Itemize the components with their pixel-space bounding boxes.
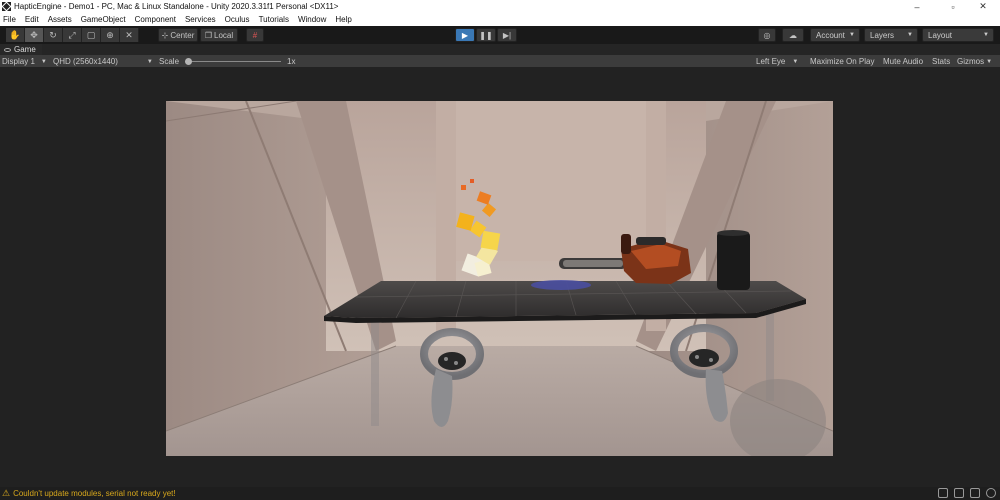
- resolution-dropdown[interactable]: QHD (2560x1440) ▼: [53, 55, 153, 68]
- chevron-down-icon: ▼: [907, 32, 913, 38]
- menu-component[interactable]: Component: [135, 15, 176, 24]
- transform-tool-icon[interactable]: ⊕: [101, 28, 120, 42]
- layout-label: Layout: [928, 30, 953, 40]
- chevron-down-icon: ▼: [983, 32, 989, 38]
- menu-tutorials[interactable]: Tutorials: [259, 15, 289, 24]
- collab-status-icon[interactable]: [970, 488, 980, 498]
- pause-button[interactable]: ❚❚: [476, 28, 496, 42]
- tab-game-label: Game: [14, 45, 36, 54]
- hand-tool-icon[interactable]: ✋: [6, 28, 25, 42]
- mute-audio-toggle[interactable]: Mute Audio: [883, 55, 923, 68]
- chevron-down-icon: ▼: [40, 58, 47, 65]
- rect-tool-icon[interactable]: ▢: [82, 28, 101, 42]
- game-render[interactable]: [166, 101, 833, 456]
- game-view-toolbar: Display 1 ▼ QHD (2560x1440) ▼ Scale 1x L…: [0, 55, 1000, 68]
- layers-dropdown[interactable]: Layers ▼: [864, 28, 918, 42]
- move-tool-icon[interactable]: ✥: [25, 28, 44, 42]
- close-button[interactable]: ✕: [966, 0, 1000, 13]
- stats-toggle[interactable]: Stats: [932, 55, 950, 68]
- collab-icon: ◎: [763, 30, 771, 40]
- check-icon[interactable]: [986, 488, 996, 498]
- menu-services[interactable]: Services: [185, 15, 216, 24]
- pivot-label: Center: [170, 30, 195, 40]
- scale-slider-handle[interactable]: [185, 58, 192, 65]
- status-bar: ⚠ Couldn't update modules, serial not re…: [0, 487, 1000, 500]
- cloud-icon: ☁: [789, 30, 797, 40]
- menu-bar: File Edit Assets GameObject Component Se…: [0, 13, 1000, 26]
- chevron-down-icon: ▼: [986, 58, 993, 65]
- step-icon: ▶|: [502, 30, 512, 40]
- progress-icon[interactable]: [938, 488, 948, 498]
- tab-strip: Game: [0, 44, 1000, 55]
- gizmos-dropdown[interactable]: Gizmos ▼: [957, 55, 992, 68]
- resolution-label: QHD (2560x1440): [53, 57, 118, 66]
- game-view-icon: [4, 47, 11, 52]
- play-icon: ▶: [461, 30, 469, 40]
- layout-dropdown[interactable]: Layout ▼: [922, 28, 994, 42]
- menu-oculus[interactable]: Oculus: [225, 15, 250, 24]
- debug-icon[interactable]: [954, 488, 964, 498]
- status-message[interactable]: Couldn't update modules, serial not read…: [13, 489, 176, 498]
- cube-icon: ❒: [204, 30, 213, 40]
- menu-edit[interactable]: Edit: [25, 15, 39, 24]
- maximize-button[interactable]: ▫: [936, 0, 970, 13]
- menu-help[interactable]: Help: [335, 15, 351, 24]
- space-label: Local: [214, 30, 234, 40]
- status-icons: [938, 488, 996, 498]
- title-bar: HapticEngine - Demo1 - PC, Mac & Linux S…: [0, 0, 1000, 13]
- grid-snap-button[interactable]: #: [246, 28, 264, 42]
- collab-button[interactable]: ◎: [758, 28, 776, 42]
- display-dropdown[interactable]: Display 1 ▼: [2, 55, 47, 68]
- chevron-down-icon: ▼: [146, 58, 153, 65]
- main-toolbar: ✋ ✥ ↻ ⤢ ▢ ⊕ ✕ ⊹ Center ❒ Local # ▶ ❚❚ ▶|…: [0, 26, 1000, 44]
- eye-label: Left Eye: [756, 57, 786, 66]
- pivot-icon: ⊹: [161, 30, 169, 40]
- display-label: Display 1: [2, 57, 35, 66]
- scale-label: Scale: [159, 57, 180, 66]
- chevron-down-icon: ▼: [792, 58, 799, 65]
- pivot-center-toggle[interactable]: ⊹ Center: [158, 28, 198, 42]
- scale-tool-icon[interactable]: ⤢: [63, 28, 82, 42]
- menu-window[interactable]: Window: [298, 15, 326, 24]
- menu-file[interactable]: File: [3, 15, 16, 24]
- maximize-on-play-toggle[interactable]: Maximize On Play: [810, 55, 874, 68]
- play-button[interactable]: ▶: [455, 28, 475, 42]
- account-label: Account: [816, 30, 845, 40]
- warning-icon: ⚠: [2, 488, 11, 498]
- tab-game[interactable]: Game: [0, 44, 42, 55]
- menu-assets[interactable]: Assets: [48, 15, 72, 24]
- layers-label: Layers: [870, 30, 895, 40]
- account-dropdown[interactable]: Account ▼: [810, 28, 860, 42]
- scale-value: 1x: [287, 57, 296, 66]
- gizmos-label: Gizmos: [957, 57, 985, 66]
- unity-logo-icon: [2, 2, 11, 11]
- minimize-button[interactable]: –: [900, 0, 934, 13]
- eye-dropdown[interactable]: Left Eye ▼: [756, 55, 798, 68]
- custom-tool-icon[interactable]: ✕: [120, 28, 139, 42]
- cloud-button[interactable]: ☁: [782, 28, 804, 42]
- pivot-space-toggle[interactable]: ❒ Local: [200, 28, 238, 42]
- window-title: HapticEngine - Demo1 - PC, Mac & Linux S…: [14, 2, 339, 11]
- rotate-tool-icon[interactable]: ↻: [44, 28, 63, 42]
- transform-tools: ✋ ✥ ↻ ⤢ ▢ ⊕ ✕: [6, 28, 139, 42]
- vr-scene-image: [166, 101, 833, 456]
- pause-icon: ❚❚: [479, 30, 493, 40]
- chevron-down-icon: ▼: [849, 32, 855, 38]
- menu-gameobject[interactable]: GameObject: [81, 15, 126, 24]
- grid-snap-icon: #: [252, 30, 258, 40]
- scale-slider-track[interactable]: [185, 61, 281, 62]
- step-button[interactable]: ▶|: [497, 28, 517, 42]
